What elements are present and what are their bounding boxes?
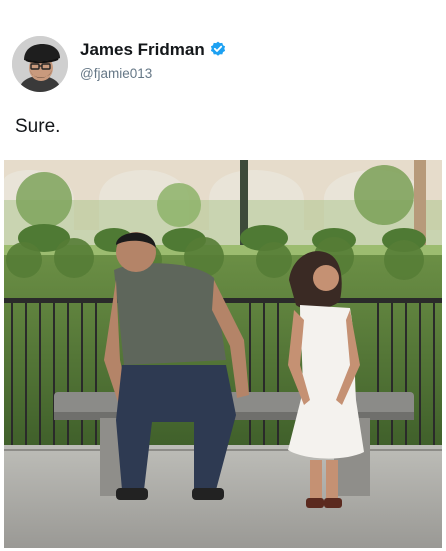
author-handle[interactable]: @fjamie013 — [80, 66, 152, 81]
tweet-card: James Fridman @fjamie013 Sure. — [0, 0, 446, 551]
photo-image — [4, 160, 442, 548]
verified-badge-icon — [210, 41, 225, 56]
author-name-text[interactable]: James Fridman — [80, 40, 205, 59]
avatar-image — [12, 36, 68, 92]
tweet-photo[interactable] — [4, 160, 442, 548]
avatar[interactable] — [12, 36, 68, 92]
author-name[interactable]: James Fridman — [80, 40, 226, 60]
tweet-text: Sure. — [15, 116, 61, 137]
